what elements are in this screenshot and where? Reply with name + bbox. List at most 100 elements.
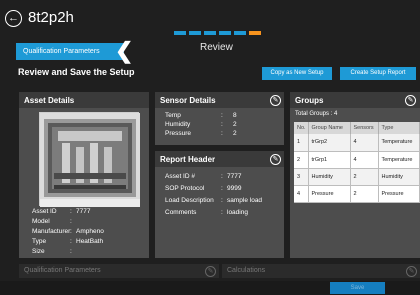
field-separator: : <box>70 208 72 215</box>
sensor-field-value: 2 <box>233 121 237 128</box>
field-separator: : <box>70 218 72 225</box>
edit-sensor-details-icon[interactable]: ✎ <box>270 95 281 106</box>
edit-calculations-icon[interactable]: ✎ <box>406 266 417 277</box>
copy-as-new-setup-button[interactable]: Copy as New Setup <box>262 67 332 80</box>
table-cell: 4 <box>350 134 379 152</box>
table-cell: 1 <box>294 134 309 152</box>
table-cell: 2 <box>350 185 379 203</box>
asset-fields: Asset ID : 7777 Model : Manufacturer : A… <box>32 208 147 258</box>
groups-header: Groups <box>290 92 420 108</box>
table-cell: Humidity <box>378 168 420 186</box>
column-header: No. <box>294 122 309 134</box>
edit-groups-icon[interactable]: ✎ <box>405 95 416 106</box>
asset-photo <box>39 112 140 207</box>
wizard-step-2 <box>189 31 201 35</box>
table-cell: trGrp2 <box>308 134 351 152</box>
column-header: Sensors <box>350 122 379 134</box>
edit-qualification-parameters-icon[interactable]: ✎ <box>205 266 216 277</box>
total-groups-label: Total Groups : 4 <box>295 111 338 117</box>
app-title: 8t2p2h <box>28 9 74 26</box>
report-field-key: Load Description <box>165 197 214 204</box>
qualification-parameters-panel[interactable]: Qualification Parameters ✎ <box>19 264 219 278</box>
table-cell: Temperature <box>378 134 420 152</box>
save-button[interactable]: Save <box>330 282 385 294</box>
table-row[interactable]: 4 Pressure 2 Pressure <box>294 185 420 203</box>
sensor-field-key: Temp <box>165 112 181 119</box>
sensor-fields: Temp : 8 Humidity : 2 Pressure : 2 <box>165 112 275 142</box>
asset-field-row: Manufacturer : Ampheno <box>32 228 147 237</box>
report-field-row: Asset ID # : 7777 <box>165 173 280 182</box>
tab-qualification-parameters[interactable]: Qualification Parameters <box>16 43 124 60</box>
report-field-value: 9999 <box>227 185 242 192</box>
sensor-field-key: Pressure <box>165 130 192 137</box>
table-cell: Humidity <box>308 168 351 186</box>
wizard-step-1 <box>174 31 186 35</box>
wizard-step-3 <box>204 31 216 35</box>
asset-field-value: HeatBath <box>76 238 104 245</box>
asset-field-row: Type : HeatBath <box>32 238 147 247</box>
asset-field-key: Type <box>32 238 47 245</box>
report-field-row: SOP Protocol : 9999 <box>165 185 280 194</box>
sensor-field-row: Pressure : 2 <box>165 130 275 139</box>
qualification-parameters-title: Qualification Parameters <box>24 267 101 274</box>
create-setup-report-button[interactable]: Create Setup Report <box>340 67 416 80</box>
column-header: Group Name <box>308 122 351 134</box>
back-arrow-icon[interactable]: ← <box>5 10 22 27</box>
report-field-value: loading <box>227 209 248 216</box>
wizard-step-6-current <box>249 31 261 35</box>
report-field-key: SOP Protocol <box>165 185 205 192</box>
report-header-title: Report Header <box>155 151 284 167</box>
asset-field-key: Manufacturer <box>32 228 71 235</box>
field-separator: : <box>221 173 223 180</box>
edit-report-header-icon[interactable]: ✎ <box>270 154 281 165</box>
asset-details-header: Asset Details <box>19 92 149 108</box>
calculations-title: Calculations <box>227 267 266 274</box>
chevron-left-icon[interactable]: ❮ <box>115 40 133 63</box>
wizard-step-4 <box>219 31 231 35</box>
sensor-field-value: 8 <box>233 112 237 119</box>
groups-table: No. Group Name Sensors Type 1 trGrp2 4 T… <box>294 122 420 203</box>
asset-field-row: Asset ID : 7777 <box>32 208 147 217</box>
asset-field-value: 7777 <box>76 208 91 215</box>
table-row[interactable]: 1 trGrp2 4 Temperature <box>294 134 420 152</box>
wizard-step-label: Review <box>200 42 233 53</box>
page-title: Review and Save the Setup <box>18 67 135 77</box>
table-row[interactable]: 2 trGrp1 4 Temperature <box>294 151 420 169</box>
table-cell: Pressure <box>378 185 420 203</box>
table-header-row: No. Group Name Sensors Type <box>294 122 420 134</box>
table-row[interactable]: 3 Humidity 2 Humidity <box>294 168 420 186</box>
sensor-details-header: Sensor Details <box>155 92 284 108</box>
wizard-progress <box>174 31 261 36</box>
sensor-field-row: Humidity : 2 <box>165 121 275 130</box>
wizard-step-5 <box>234 31 246 35</box>
sensor-field-key: Humidity <box>165 121 191 128</box>
report-field-row: Comments : loading <box>165 209 280 218</box>
asset-field-key: Size <box>32 248 45 255</box>
report-field-value: 7777 <box>227 173 242 180</box>
report-header-panel: Report Header ✎ Asset ID # : 7777 SOP Pr… <box>155 151 284 258</box>
asset-field-value: Ampheno <box>76 228 104 235</box>
table-cell: 2 <box>294 151 309 169</box>
calculations-panel[interactable]: Calculations ✎ <box>222 264 420 278</box>
field-separator: : <box>70 248 72 255</box>
field-separator: : <box>221 185 223 192</box>
report-field-row: Load Description : sample load <box>165 197 280 206</box>
report-field-key: Comments <box>165 209 197 216</box>
table-cell: 3 <box>294 168 309 186</box>
table-cell: trGrp1 <box>308 151 351 169</box>
field-separator: : <box>221 130 223 137</box>
table-cell: 4 <box>294 185 309 203</box>
field-separator: : <box>221 112 223 119</box>
report-field-key: Asset ID # <box>165 173 195 180</box>
report-fields: Asset ID # : 7777 SOP Protocol : 9999 Lo… <box>165 173 280 223</box>
field-separator: : <box>221 121 223 128</box>
sensor-details-panel: Sensor Details ✎ Temp : 8 Humidity : 2 P… <box>155 92 284 145</box>
field-separator: : <box>221 209 223 216</box>
table-cell: Pressure <box>308 185 351 203</box>
sensor-field-row: Temp : 8 <box>165 112 275 121</box>
column-header: Type <box>378 122 420 134</box>
groups-panel: Groups ✎ Total Groups : 4 No. Group Name… <box>290 92 420 258</box>
asset-details-panel: Asset Details Asset ID : 7777 Model : Ma… <box>19 92 149 258</box>
table-cell: 2 <box>350 168 379 186</box>
field-separator: : <box>70 228 72 235</box>
